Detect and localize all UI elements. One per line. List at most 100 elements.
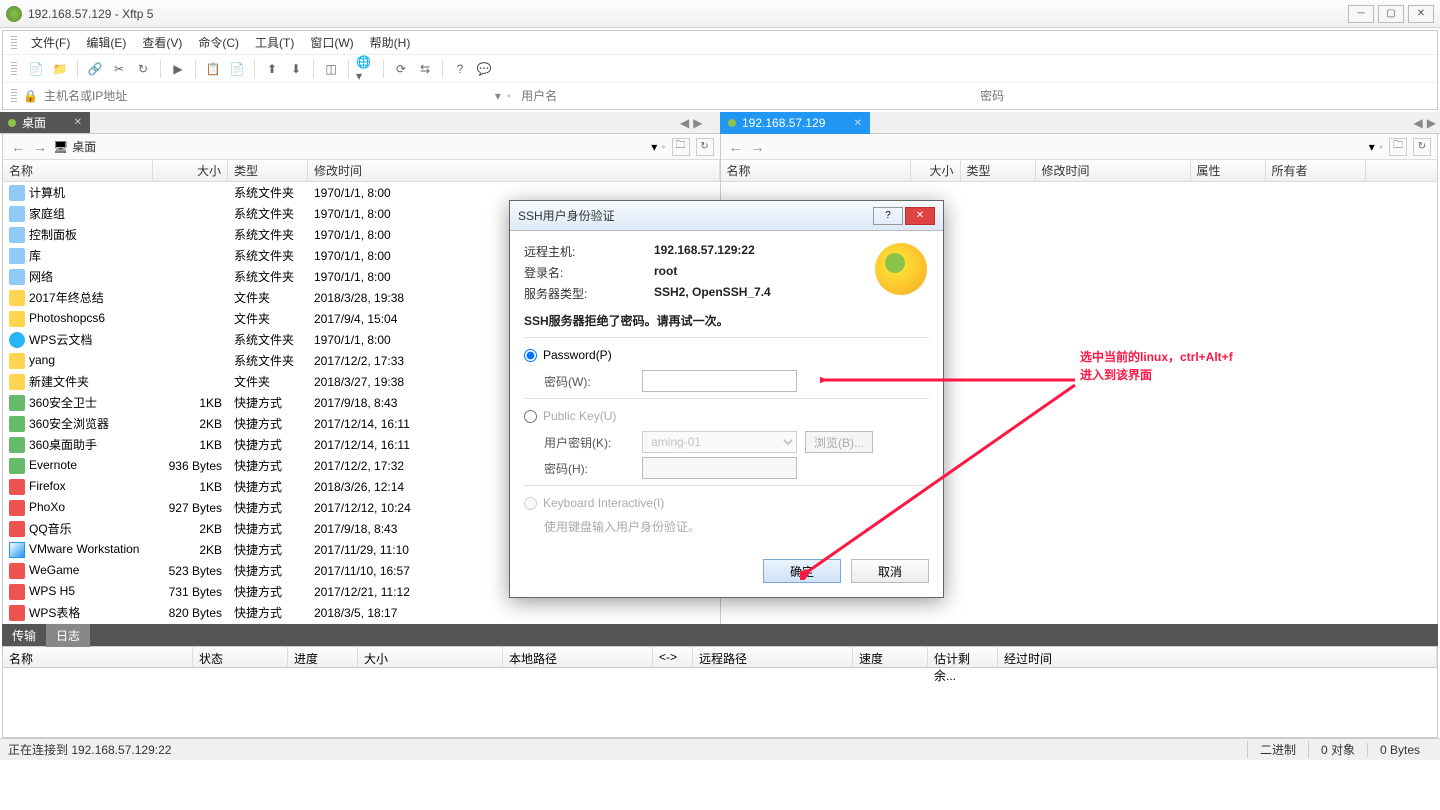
close-icon[interactable]: ✕: [854, 118, 862, 129]
radio-publickey-input[interactable]: [524, 410, 537, 423]
menu-view[interactable]: 查看(V): [134, 32, 190, 53]
disconnect-button[interactable]: ✂: [108, 58, 130, 80]
tab-transfer[interactable]: 传输: [2, 624, 46, 647]
menu-file[interactable]: 文件(F): [23, 32, 78, 53]
tcol-status[interactable]: 状态: [193, 647, 288, 667]
transfer-columns: 名称 状态 进度 大小 本地路径 <-> 远程路径 速度 估计剩余... 经过时…: [2, 646, 1438, 668]
col-owner[interactable]: 所有者: [1266, 160, 1366, 181]
tcol-arrow[interactable]: <->: [653, 647, 693, 667]
help-button[interactable]: ?: [449, 58, 471, 80]
copy-button[interactable]: 📋: [202, 58, 224, 80]
tab-local[interactable]: 桌面 ✕: [0, 112, 90, 133]
refresh-button[interactable]: ↻: [1413, 138, 1431, 156]
password-input[interactable]: [976, 89, 1429, 103]
menu-edit[interactable]: 编辑(E): [78, 32, 134, 53]
col-size[interactable]: 大小: [911, 160, 961, 181]
menu-window[interactable]: 窗口(W): [302, 32, 361, 53]
list-item[interactable]: WPS表格820 Bytes快捷方式2018/3/5, 18:17: [3, 602, 720, 623]
dropdown-icon[interactable]: ▾: [651, 140, 657, 154]
open-button[interactable]: 📁: [49, 58, 71, 80]
keyboard-hint: 使用键盘输入用户身份验证。: [544, 518, 700, 535]
tcol-eta[interactable]: 估计剩余...: [928, 647, 998, 667]
grip-icon: [11, 62, 17, 76]
close-button[interactable]: ✕: [1408, 5, 1434, 23]
prev-tab-icon[interactable]: ◀: [680, 116, 689, 130]
col-size[interactable]: 大小: [153, 160, 228, 181]
next-tab-icon[interactable]: ▶: [1427, 116, 1436, 130]
dialog-titlebar[interactable]: SSH用户身份验证 ? ✕: [510, 201, 943, 231]
download-button[interactable]: ⬇: [285, 58, 307, 80]
cancel-button[interactable]: 取消: [851, 559, 929, 583]
tcol-local[interactable]: 本地路径: [503, 647, 653, 667]
next-tab-icon[interactable]: ▶: [693, 116, 702, 130]
tcol-elapsed[interactable]: 经过时间: [998, 647, 1437, 667]
radio-password[interactable]: Password(P): [524, 348, 929, 362]
file-icon: [9, 437, 25, 453]
refresh-button[interactable]: ⟳: [390, 58, 412, 80]
local-path[interactable]: 桌面: [72, 138, 647, 155]
ok-button[interactable]: 确定: [763, 559, 841, 583]
col-type[interactable]: 类型: [228, 160, 308, 181]
tcol-progress[interactable]: 进度: [288, 647, 358, 667]
menu-bar: 文件(F) 编辑(E) 查看(V) 命令(C) 工具(T) 窗口(W) 帮助(H…: [3, 31, 1437, 55]
dropdown-icon[interactable]: ▾: [1369, 140, 1375, 154]
close-button[interactable]: ✕: [905, 207, 935, 225]
radio-password-input[interactable]: [524, 349, 537, 362]
password-field[interactable]: [642, 370, 797, 392]
col-name[interactable]: 名称: [3, 160, 153, 181]
globe-button[interactable]: 🌐▾: [355, 58, 377, 80]
new-folder-button[interactable]: 🗀: [1389, 138, 1407, 156]
host-input[interactable]: [44, 89, 489, 103]
refresh-button[interactable]: ↻: [696, 138, 714, 156]
col-name[interactable]: 名称: [721, 160, 911, 181]
session-tabs: 桌面 ✕ ◀ ▶ 192.168.57.129 ✕ ◀ ▶: [0, 112, 1440, 134]
transfer-list[interactable]: [2, 668, 1438, 738]
minimize-button[interactable]: ─: [1348, 5, 1374, 23]
sync-button[interactable]: ⇆: [414, 58, 436, 80]
prev-tab-icon[interactable]: ◀: [1414, 116, 1423, 130]
file-icon: [9, 311, 25, 327]
status-objects: 0 对象: [1308, 741, 1367, 758]
new-folder-button[interactable]: 🗀: [672, 138, 690, 156]
menu-tools[interactable]: 工具(T): [247, 32, 302, 53]
dropdown-icon[interactable]: ▾: [495, 89, 501, 103]
col-mtime[interactable]: 修改时间: [308, 160, 720, 181]
new-button[interactable]: 📄: [25, 58, 47, 80]
userkey-select: aming-01: [642, 431, 797, 453]
tcol-speed[interactable]: 速度: [853, 647, 928, 667]
remote-columns: 名称 大小 类型 修改时间 属性 所有者: [721, 160, 1438, 182]
split-button[interactable]: ◫: [320, 58, 342, 80]
tab-log[interactable]: 日志: [46, 624, 90, 647]
file-icon: [9, 605, 25, 621]
menu-help[interactable]: 帮助(H): [362, 32, 419, 53]
connect-button[interactable]: 🔗: [84, 58, 106, 80]
toolbar: 📄 📁 🔗 ✂ ↻ ▶ 📋 📄 ⬆ ⬇ ◫ 🌐▾ ⟳ ⇆ ? 💬: [3, 55, 1437, 83]
help-button[interactable]: ?: [873, 207, 903, 225]
chat-button[interactable]: 💬: [473, 58, 495, 80]
username-input[interactable]: [517, 89, 970, 103]
reconnect-button[interactable]: ↻: [132, 58, 154, 80]
maximize-button[interactable]: ▢: [1378, 5, 1404, 23]
col-type[interactable]: 类型: [961, 160, 1036, 181]
paste-button[interactable]: 📄: [226, 58, 248, 80]
forward-icon[interactable]: →: [31, 139, 49, 155]
close-icon[interactable]: ✕: [74, 117, 82, 128]
tcol-remote[interactable]: 远程路径: [693, 647, 853, 667]
back-icon[interactable]: ←: [9, 139, 27, 155]
tcol-name[interactable]: 名称: [3, 647, 193, 667]
col-attr[interactable]: 属性: [1191, 160, 1266, 181]
pk-password-label: 密码(H):: [544, 460, 634, 477]
col-mtime[interactable]: 修改时间: [1036, 160, 1191, 181]
radio-publickey[interactable]: Public Key(U): [524, 409, 929, 423]
host-value: 192.168.57.129:22: [654, 243, 755, 260]
menu-command[interactable]: 命令(C): [190, 32, 247, 53]
tab-remote[interactable]: 192.168.57.129 ✕: [720, 112, 870, 134]
upload-button[interactable]: ⬆: [261, 58, 283, 80]
play-button[interactable]: ▶: [167, 58, 189, 80]
forward-icon[interactable]: →: [749, 139, 767, 155]
list-item[interactable]: WPS文字832 Bytes快捷方式2018/3/5, 18:17: [3, 623, 720, 624]
login-value: root: [654, 264, 677, 281]
back-icon[interactable]: ←: [727, 139, 745, 155]
tcol-size[interactable]: 大小: [358, 647, 503, 667]
status-dot-icon: [8, 119, 16, 127]
